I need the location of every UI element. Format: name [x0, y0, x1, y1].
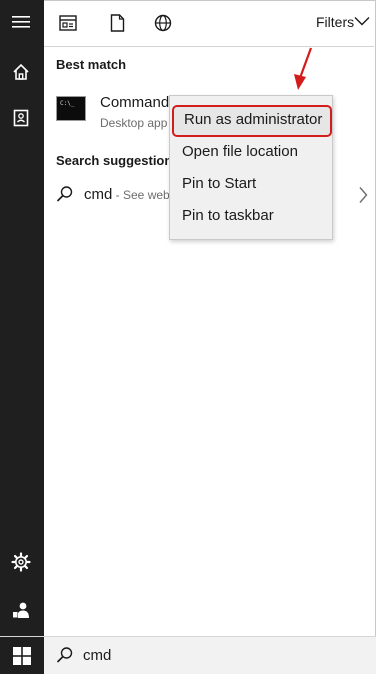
menu-item-pin-to-taskbar[interactable]: Pin to taskbar — [170, 201, 332, 231]
suggestion-item[interactable]: cmd - See web — [84, 186, 170, 203]
windows-logo-icon — [13, 646, 31, 665]
user-icon[interactable] — [9, 598, 33, 622]
start-button[interactable] — [0, 637, 44, 674]
menu-item-label: Open file location — [182, 143, 298, 160]
search-suggestions-title: Search suggestions — [56, 153, 180, 168]
menu-item-open-file-location[interactable]: Open file location — [170, 137, 332, 167]
menu-item-label: Pin to Start — [182, 175, 257, 192]
menu-item-label: Pin to taskbar — [182, 207, 274, 224]
suggestion-query: cmd — [84, 186, 113, 203]
settings-icon[interactable] — [9, 550, 33, 574]
search-input[interactable]: cmd — [83, 647, 111, 664]
search-icon — [56, 186, 73, 202]
chevron-right-icon[interactable] — [358, 186, 368, 204]
annotation-arrow-icon — [294, 47, 313, 90]
menu-item-pin-to-start[interactable]: Pin to Start — [170, 169, 332, 199]
search-icon — [56, 647, 73, 663]
search-bar: cmd — [0, 636, 376, 674]
suggestion-tail: - See web — [112, 188, 170, 202]
